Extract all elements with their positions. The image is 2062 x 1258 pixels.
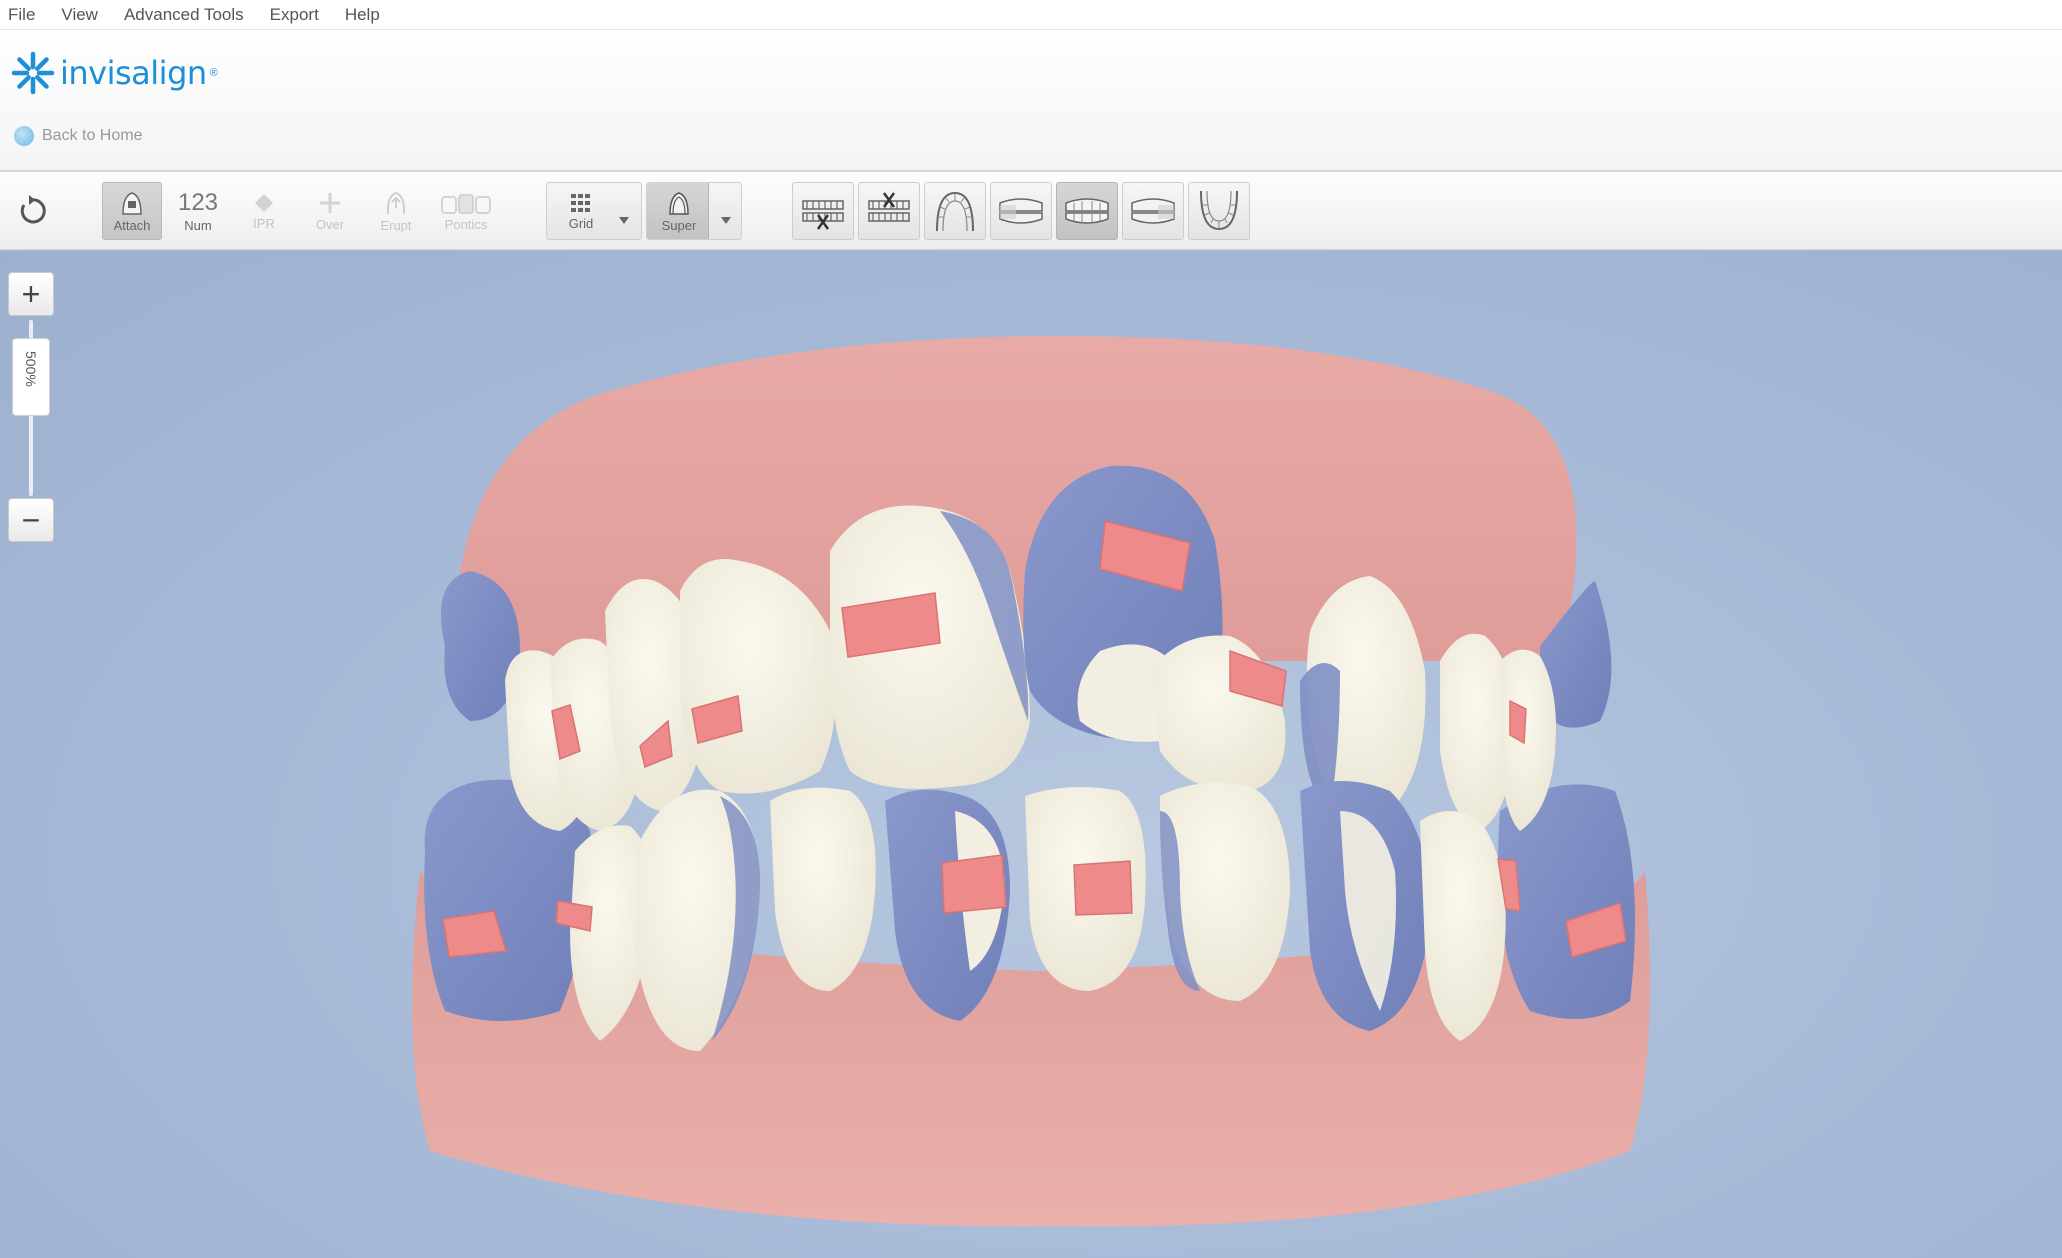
lower-jaw-remove-view-icon <box>868 192 910 222</box>
plus-icon: + <box>21 276 41 312</box>
attachment-icon <box>122 191 142 215</box>
pontics-tool-label: Pontics <box>444 216 488 232</box>
back-to-home-label: Back to Home <box>42 127 143 144</box>
grid-icon <box>571 193 590 212</box>
chevron-down-icon <box>619 217 629 224</box>
invisalign-logo: invisalign ® <box>10 50 218 96</box>
attach-tool-button[interactable]: Attach <box>102 182 162 240</box>
reset-rotate-icon <box>20 195 46 224</box>
main-toolbar: Attach 123 Num IPR Over Erupt Pontics Gr… <box>0 172 2062 250</box>
upper-occlusal-view-icon <box>936 191 974 232</box>
over-tool-button[interactable]: Over <box>300 182 360 240</box>
brand-header: invisalign ® Back to Home <box>0 30 2062 172</box>
zoom-control: + 500% − <box>8 272 54 544</box>
pontics-icon <box>441 193 491 214</box>
zoom-in-button[interactable]: + <box>8 272 54 316</box>
attachment-upper-premolar-l1 <box>1509 699 1527 745</box>
num-tool-label: Num <box>184 217 212 233</box>
upper-jaw-remove-view-button[interactable] <box>792 182 854 240</box>
menu-help[interactable]: Help <box>345 5 380 25</box>
numbering-icon: 123 <box>177 188 219 216</box>
front-view-button[interactable] <box>1056 182 1118 240</box>
menu-file[interactable]: File <box>8 5 35 25</box>
ipr-tool-label: IPR <box>253 215 275 231</box>
dental-model-scene[interactable] <box>0 251 2062 1258</box>
grid-dropdown-label: Grid <box>568 215 594 231</box>
lower-jaw-remove-view-button[interactable] <box>858 182 920 240</box>
ipr-icon <box>255 193 273 212</box>
menu-view[interactable]: View <box>61 5 98 25</box>
over-tool-label: Over <box>315 216 345 232</box>
super-dropdown[interactable]: Super <box>646 182 742 240</box>
zoom-level-label: 500% <box>23 351 39 387</box>
attachment-lower-central-l <box>1073 860 1133 916</box>
minus-icon: − <box>21 502 41 538</box>
chevron-down-icon <box>721 217 731 224</box>
home-globe-icon <box>14 126 34 146</box>
reset-view-button[interactable] <box>10 182 54 240</box>
super-dropdown-label: Super <box>661 217 697 233</box>
front-view-icon <box>1065 198 1109 224</box>
back-to-home-link[interactable]: Back to Home <box>14 126 142 146</box>
erupt-tool-button[interactable]: Erupt <box>366 182 426 240</box>
num-tool-button[interactable]: 123 Num <box>168 182 228 240</box>
pontics-tool-button[interactable]: Pontics <box>432 182 500 240</box>
upper-occlusal-view-button[interactable] <box>924 182 986 240</box>
menu-bar: File View Advanced Tools Export Help <box>0 0 2062 30</box>
zoom-out-button[interactable]: − <box>8 498 54 542</box>
brand-registered-mark: ® <box>209 67 218 79</box>
upper-jaw-remove-view-icon <box>802 200 844 230</box>
attachment-lower-molar-r <box>442 910 507 958</box>
right-buccal-view-icon <box>999 198 1043 224</box>
overcorrection-icon <box>320 192 340 213</box>
invisalign-star-icon <box>11 51 55 95</box>
right-buccal-view-button[interactable] <box>990 182 1052 240</box>
superimpose-icon <box>669 191 689 215</box>
left-buccal-view-button[interactable] <box>1122 182 1184 240</box>
lower-occlusal-view-button[interactable] <box>1188 182 1250 240</box>
grid-dropdown[interactable]: Grid <box>546 182 642 240</box>
zoom-slider-handle[interactable]: 500% <box>12 338 50 416</box>
left-buccal-view-icon <box>1131 198 1175 224</box>
erupt-tool-label: Erupt <box>380 217 412 233</box>
menu-export[interactable]: Export <box>270 5 319 25</box>
lower-occlusal-view-icon <box>1200 190 1238 231</box>
3d-viewport[interactable]: + 500% − <box>0 251 2062 1258</box>
erupt-icon <box>386 191 406 214</box>
menu-advanced-tools[interactable]: Advanced Tools <box>124 5 244 25</box>
brand-name: invisalign <box>60 54 207 92</box>
ipr-tool-button[interactable]: IPR <box>234 182 294 240</box>
attach-tool-label: Attach <box>113 217 151 233</box>
attachment-lower-central-r <box>941 854 1007 914</box>
